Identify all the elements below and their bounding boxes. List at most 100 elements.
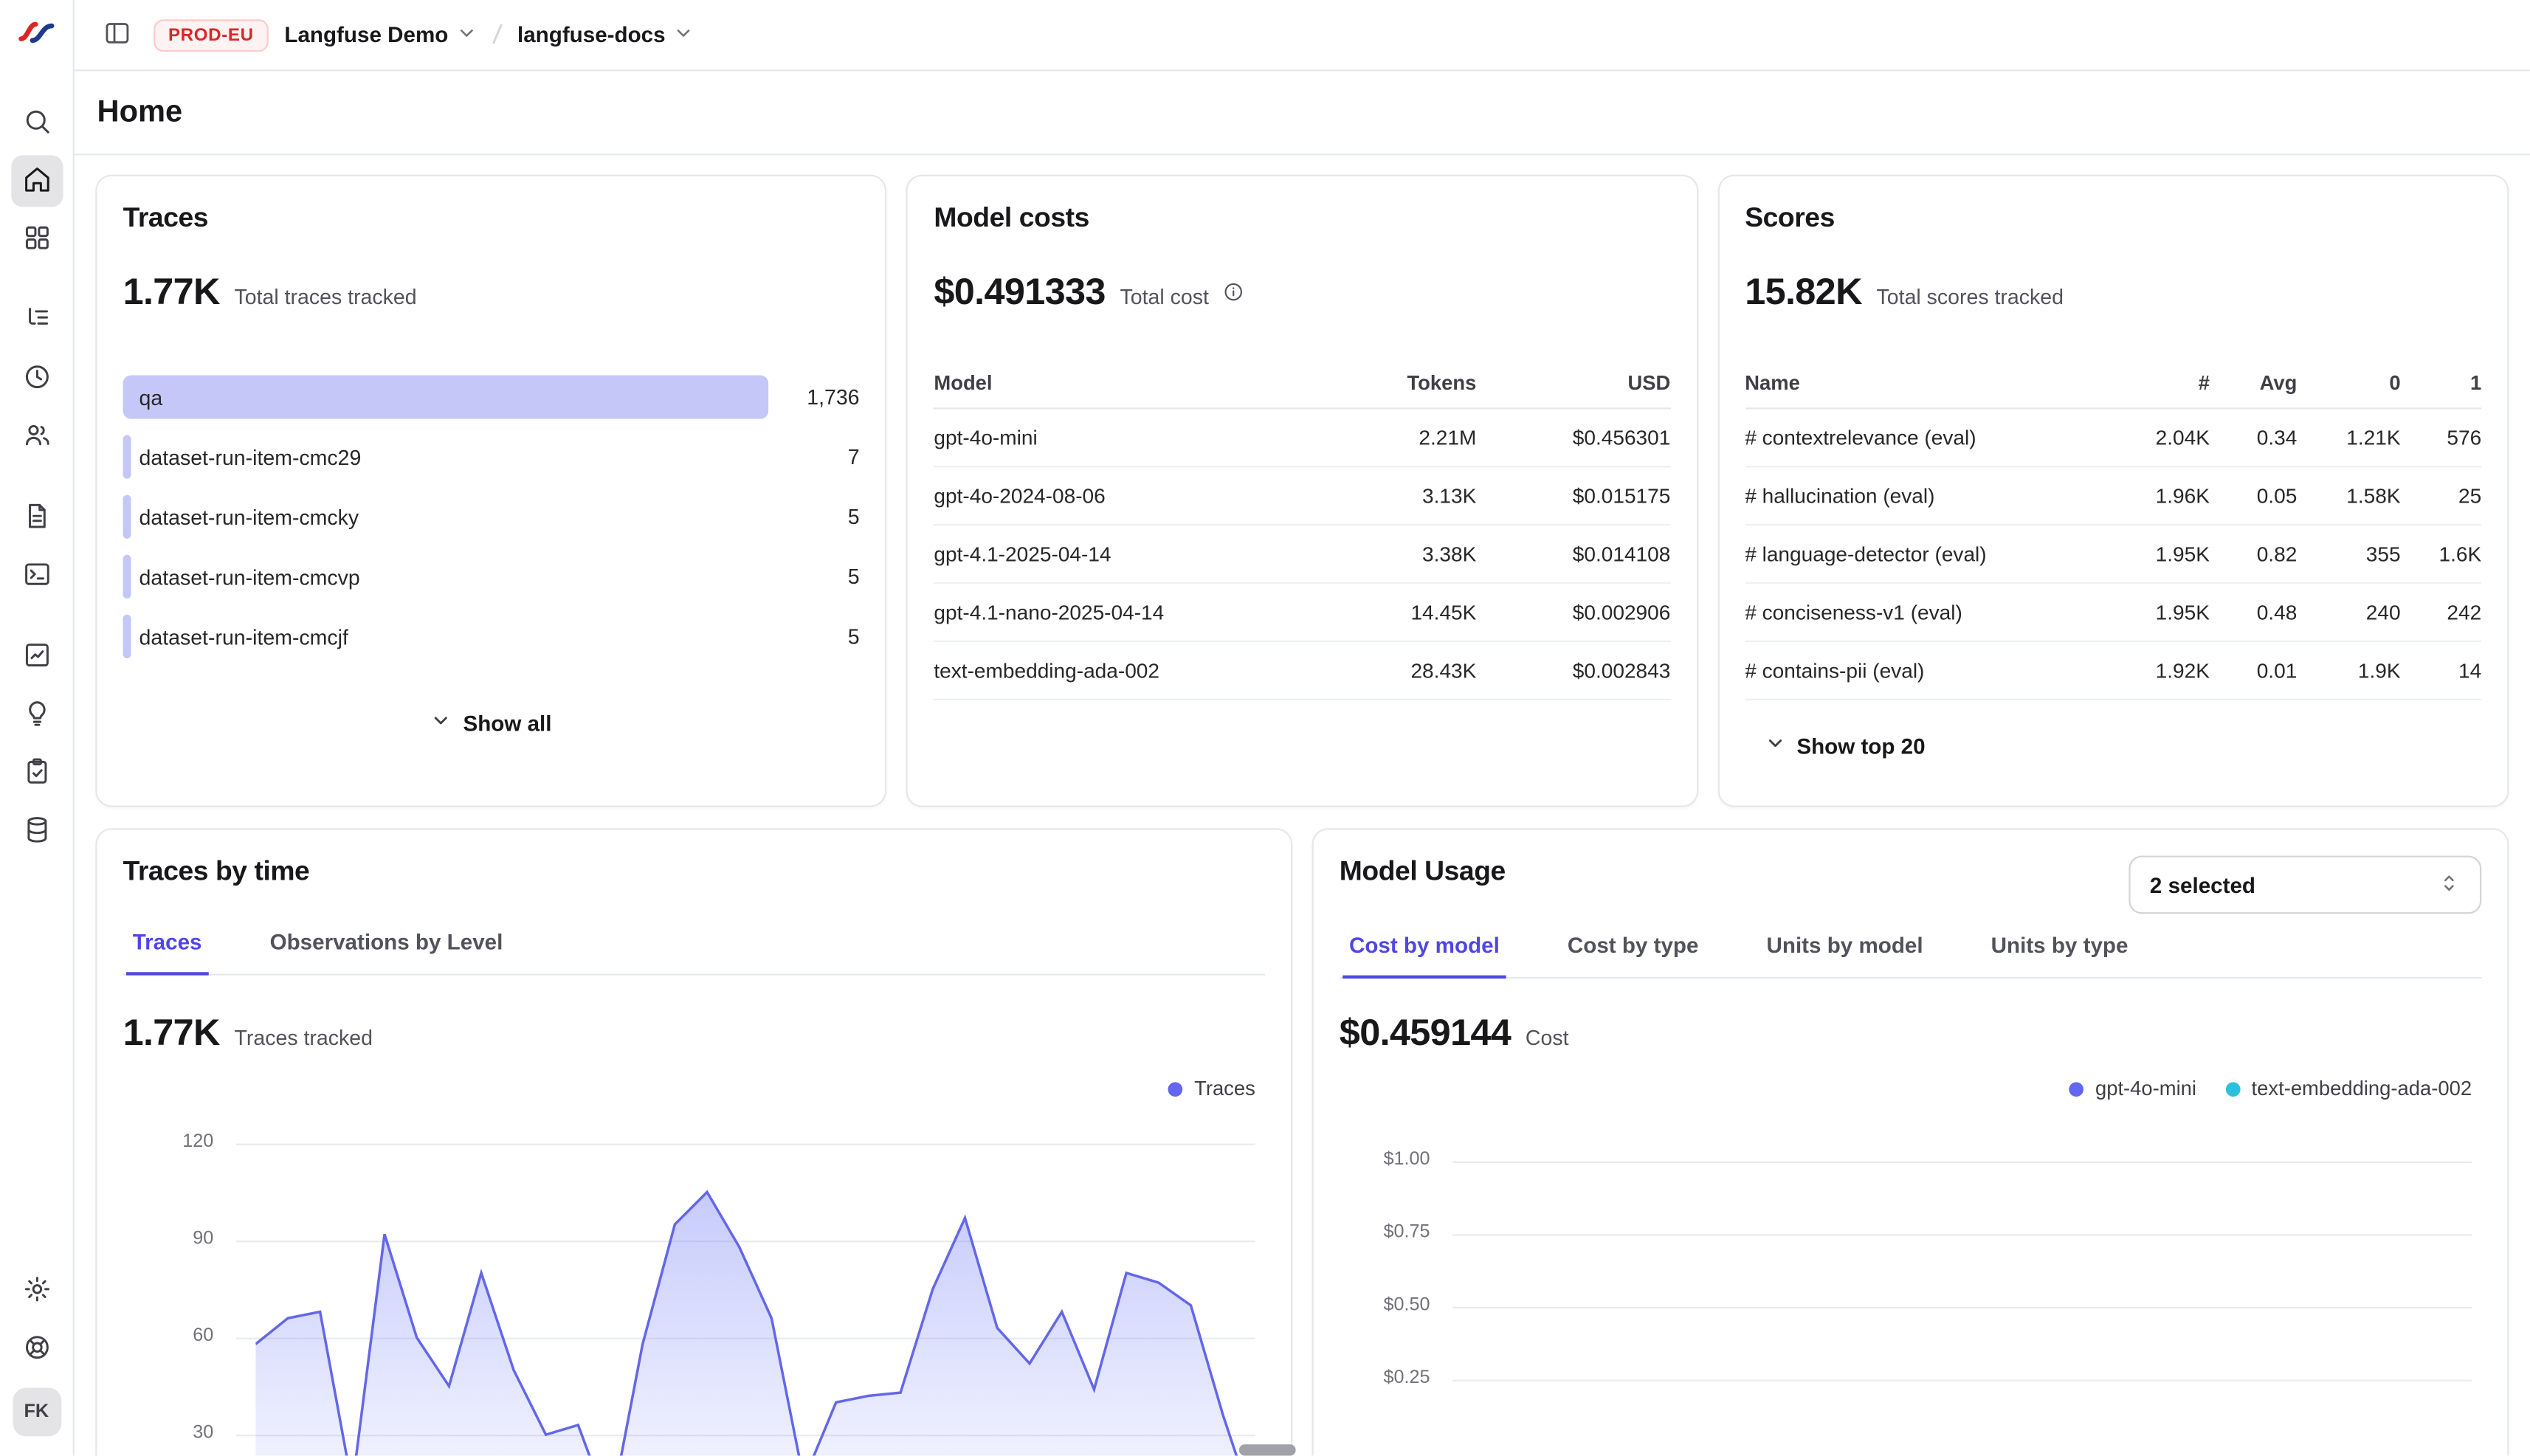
trace-bar-row[interactable]: dataset-run-item-cmcvp5: [123, 555, 860, 598]
table-row[interactable]: gpt-4o-2024-08-063.13K$0.015175: [934, 467, 1670, 525]
table-cell: # hallucination (eval): [1745, 467, 2119, 524]
table-cell: 1.92K: [2119, 642, 2210, 699]
table-row[interactable]: gpt-4.1-nano-2025-04-1414.45K$0.002906: [934, 584, 1670, 642]
table-cell: 2.04K: [2119, 410, 2210, 466]
tab-units-by-model[interactable]: Units by model: [1760, 930, 1930, 979]
table-cell: 0.82: [2210, 525, 2297, 582]
sidebar-item-users[interactable]: [10, 411, 62, 463]
model-select-value: 2 selected: [2150, 872, 2255, 897]
legend-dot: [2225, 1081, 2240, 1096]
table-cell: $0.002843: [1476, 642, 1670, 699]
sidebar-toggle-button[interactable]: [97, 12, 138, 57]
trace-bar-row[interactable]: dataset-run-item-cmcky5: [123, 495, 860, 539]
model-usage-metric: $0.459144: [1340, 1011, 1511, 1055]
model-usage-title: Model Usage: [1340, 855, 1506, 888]
table-cell: 242: [2401, 584, 2482, 641]
model-usage-tabs: Cost by model Cost by type Units by mode…: [1340, 930, 2481, 979]
tab-observations-by-level[interactable]: Observations by Level: [263, 927, 509, 976]
avatar[interactable]: FK: [12, 1388, 61, 1437]
project-switcher[interactable]: langfuse-docs: [517, 22, 694, 48]
column-header: Model: [934, 359, 1290, 408]
topbar: PROD-EU Langfuse Demo / langfuse-docs: [75, 0, 2530, 71]
bar-value: 5: [785, 624, 860, 649]
table-row[interactable]: # contains-pii (eval)1.92K0.011.9K14: [1745, 642, 2481, 700]
sidebar-item-sessions[interactable]: [10, 353, 62, 404]
traces-card: Traces 1.77K Total traces tracked qa1,73…: [95, 175, 887, 807]
table-cell: 355: [2297, 525, 2400, 582]
tab-cost-by-model[interactable]: Cost by model: [1342, 930, 1506, 979]
users-icon: [22, 420, 51, 454]
table-row[interactable]: # hallucination (eval)1.96K0.051.58K25: [1745, 467, 2481, 525]
table-header-row: ModelTokensUSD: [934, 359, 1670, 410]
column-header: USD: [1476, 359, 1670, 408]
table-row[interactable]: gpt-4.1-2025-04-143.38K$0.014108: [934, 525, 1670, 584]
clipboard-check-icon: [22, 756, 51, 790]
bar-value: 1,736: [785, 385, 860, 410]
main-area: PROD-EU Langfuse Demo / langfuse-docs Ho…: [75, 0, 2530, 1456]
table-row[interactable]: # conciseness-v1 (eval)1.95K0.48240242: [1745, 584, 2481, 642]
table-cell: 1.95K: [2119, 525, 2210, 582]
sidebar-item-datasets[interactable]: [10, 806, 62, 858]
bar-fill: [123, 375, 769, 418]
trace-bar-row[interactable]: dataset-run-item-cmc297: [123, 435, 860, 479]
table-cell: 0.05: [2210, 467, 2297, 524]
table-cell: $0.015175: [1476, 467, 1670, 524]
sidebar-item-dashboards[interactable]: [10, 213, 62, 265]
table-header-row: Name#Avg01: [1745, 359, 2481, 410]
panel-left-icon: [103, 18, 131, 51]
table-row[interactable]: # language-detector (eval)1.95K0.823551.…: [1745, 525, 2481, 584]
table-cell: gpt-4o-2024-08-06: [934, 467, 1290, 524]
trace-bar-row[interactable]: qa1,736: [123, 375, 860, 418]
sidebar-item-playground[interactable]: [10, 550, 62, 601]
tab-units-by-type[interactable]: Units by type: [1985, 930, 2134, 979]
show-top-20-button[interactable]: Show top 20: [1748, 723, 1942, 768]
model-usage-card: Model Usage 2 selected Cost by model Cos…: [1312, 828, 2509, 1455]
bar-fill: [123, 615, 131, 658]
bar-fill: [123, 435, 131, 479]
sidebar-item-home[interactable]: [10, 155, 62, 207]
sidebar-item-support[interactable]: [10, 1323, 62, 1375]
sidebar-item-settings[interactable]: [10, 1265, 62, 1317]
scrollbar-thumb[interactable]: [1239, 1444, 1296, 1455]
table-cell: 240: [2297, 584, 2400, 641]
grid-icon: [22, 222, 51, 256]
table-row[interactable]: text-embedding-ada-00228.43K$0.002843: [934, 642, 1670, 700]
table-row[interactable]: # contextrelevance (eval)2.04K0.341.21K5…: [1745, 410, 2481, 468]
chevron-down-icon: [674, 22, 694, 48]
sidebar-item-queries[interactable]: [10, 631, 62, 683]
bar-label: dataset-run-item-cmcky: [139, 505, 359, 529]
tab-cost-by-type[interactable]: Cost by type: [1561, 930, 1705, 979]
table-cell: 25: [2401, 467, 2482, 524]
chevrons-up-down-icon: [2438, 871, 2461, 898]
table-cell: 14: [2401, 642, 2482, 699]
sidebar-item-tracing[interactable]: [10, 294, 62, 346]
y-tick-label: $0.50: [1340, 1296, 1430, 1315]
table-row[interactable]: gpt-4o-mini2.21M$0.456301: [934, 410, 1670, 468]
column-header: Avg: [2210, 359, 2297, 408]
legend-item: gpt-4o-mini: [2069, 1077, 2196, 1100]
show-all-button[interactable]: Show all: [415, 700, 568, 745]
legend-dot: [1168, 1081, 1183, 1096]
bar-value: 7: [785, 445, 860, 469]
bar-track: dataset-run-item-cmcjf: [123, 615, 769, 658]
traces-metric-label: Total traces tracked: [235, 285, 417, 309]
database-icon: [22, 815, 51, 849]
model-select[interactable]: 2 selected: [2129, 855, 2481, 914]
y-tick-label: $0.75: [1340, 1223, 1430, 1242]
info-icon[interactable]: [1224, 281, 1244, 302]
sidebar-item-annotations[interactable]: [10, 689, 62, 741]
org-name: Langfuse Demo: [284, 23, 448, 47]
tab-traces[interactable]: Traces: [126, 927, 208, 976]
legend-item: text-embedding-ada-002: [2225, 1077, 2472, 1100]
list-tree-icon: [22, 303, 51, 337]
environment-badge[interactable]: PROD-EU: [154, 18, 268, 51]
sidebar-item-search[interactable]: [10, 97, 62, 149]
sidebar: FK: [0, 0, 75, 1456]
trace-bar-row[interactable]: dataset-run-item-cmcjf 5: [123, 615, 860, 658]
table-cell: 2.21M: [1290, 410, 1476, 466]
scores-card: Scores 15.82K Total scores tracked Name#…: [1717, 175, 2509, 807]
sidebar-item-prompts[interactable]: [10, 491, 62, 543]
sidebar-item-evaluations[interactable]: [10, 748, 62, 799]
org-switcher[interactable]: Langfuse Demo: [284, 22, 477, 48]
breadcrumb-separator: /: [492, 18, 503, 52]
